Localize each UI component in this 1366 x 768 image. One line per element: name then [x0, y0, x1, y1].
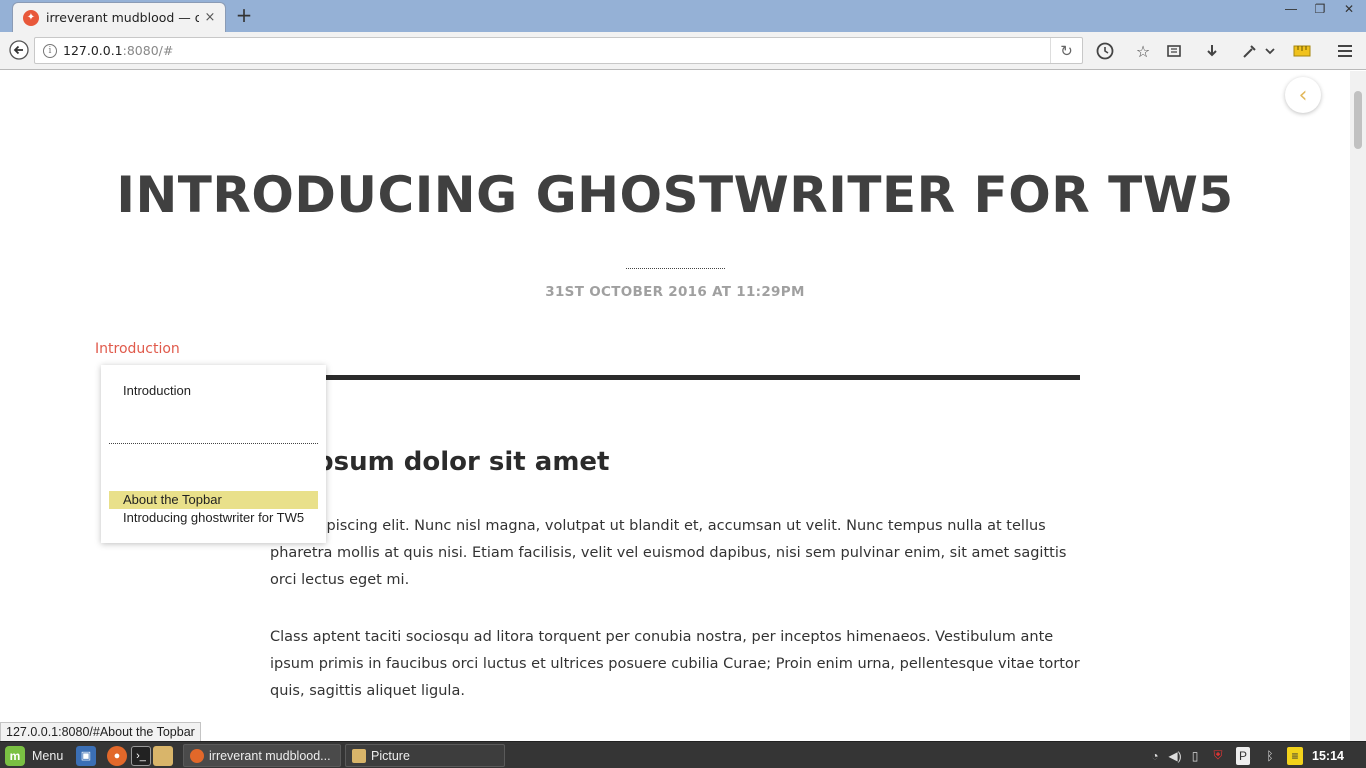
mint-logo-icon: m [5, 745, 25, 766]
toc-separator [109, 443, 318, 444]
taskbar-window-browser[interactable]: irreverant mudblood... [183, 744, 341, 767]
chevron-down-icon[interactable] [1260, 39, 1280, 63]
wifi-icon[interactable]: ◔ [1146, 745, 1164, 766]
terminal-launcher[interactable]: ›_ [131, 745, 151, 766]
minimize-icon[interactable]: ― [1280, 2, 1302, 20]
close-tab-icon[interactable]: × [203, 10, 217, 25]
toc-item-introduction[interactable]: Introduction [109, 382, 318, 400]
menu-label: Menu [32, 748, 64, 763]
browser-window-icon [190, 748, 204, 763]
window-title-picture: Picture [371, 748, 410, 763]
window-title-browser: irreverant mudblood... [209, 748, 331, 763]
battery-icon[interactable]: ▯ [1186, 745, 1204, 766]
url-path: :8080/# [122, 43, 174, 58]
show-desktop-launcher[interactable]: ▣ [76, 745, 96, 766]
start-menu-button[interactable]: m Menu [5, 745, 63, 766]
clock[interactable]: 15:14 [1312, 745, 1344, 766]
close-window-icon[interactable]: ✕ [1338, 2, 1360, 20]
tab-bar: ✦ irreverant mudblood — o... × + ― ❐ ✕ [0, 0, 1366, 32]
files-launcher[interactable] [153, 745, 173, 766]
title-divider [626, 268, 725, 269]
page-viewport: ‹ INTRODUCING GHOSTWRITER FOR TW5 31ST O… [0, 71, 1350, 741]
terminal-icon: ›_ [131, 745, 151, 766]
bluetooth-icon[interactable]: ᛒ [1261, 745, 1279, 766]
reload-icon[interactable]: ↻ [1050, 38, 1082, 63]
firefox-icon: ● [107, 745, 127, 766]
site-info-icon[interactable]: i [43, 43, 57, 58]
toc-item-introducing-ghostwriter[interactable]: Introducing ghostwriter for TW5 [109, 509, 318, 527]
browser-toolbar: i 127.0.0.1:8080/# ↻ ☆ [0, 32, 1366, 70]
url-bar[interactable]: i 127.0.0.1:8080/# ↻ [34, 37, 1083, 64]
toc-popup-menu: Introduction About the Topbar Introducin… [101, 365, 326, 543]
taskbar-window-picture[interactable]: Picture [345, 744, 505, 767]
url-host: 127.0.0.1 [63, 43, 123, 58]
back-chevron-icon[interactable]: ‹ [1285, 77, 1321, 113]
notes-icon[interactable]: ≡ [1287, 745, 1303, 766]
folder-window-icon [352, 748, 366, 763]
browser-tab[interactable]: ✦ irreverant mudblood — o... × [12, 2, 226, 32]
tab-title: irreverant mudblood — o... [46, 10, 199, 25]
ruler-extension-icon[interactable] [1289, 39, 1315, 63]
history-icon[interactable] [1092, 39, 1118, 63]
firefox-launcher[interactable]: ● [107, 745, 127, 766]
page-scrollbar[interactable] [1350, 71, 1366, 741]
folder-icon [153, 745, 173, 766]
paragraph-2: Class aptent taciti sociosqu ad litora t… [270, 629, 1080, 699]
site-favicon-icon: ✦ [23, 9, 39, 26]
os-taskbar: m Menu ▣ ● ›_ irreverant mudblood... Pic… [0, 741, 1366, 768]
toc-dropdown-link[interactable]: Introduction [95, 341, 180, 357]
paragraph-1: etur adipiscing elit. Nunc nisl magna, v… [270, 518, 1067, 588]
clipboard-icon[interactable]: P [1236, 745, 1250, 766]
hamburger-menu-icon[interactable] [1332, 39, 1358, 63]
download-icon[interactable] [1199, 39, 1225, 63]
scrollbar-thumb[interactable] [1354, 91, 1362, 149]
toc-item-about-topbar[interactable]: About the Topbar [109, 491, 318, 509]
reading-list-icon[interactable] [1161, 39, 1187, 63]
back-arrow-icon[interactable] [6, 38, 32, 62]
volume-icon[interactable]: ◀) [1166, 745, 1184, 766]
shield-icon[interactable]: ⛨ [1209, 745, 1227, 766]
status-url-bubble: 127.0.0.1:8080/#About the Topbar [0, 722, 201, 742]
section-divider [270, 375, 1080, 380]
desktop-icon: ▣ [76, 745, 96, 766]
post-title: INTRODUCING GHOSTWRITER FOR TW5 [116, 166, 1234, 224]
new-tab-button[interactable]: + [233, 5, 255, 27]
bookmark-star-icon[interactable]: ☆ [1130, 39, 1156, 63]
restore-icon[interactable]: ❐ [1309, 2, 1331, 20]
post-date: 31ST OCTOBER 2016 AT 11:29PM [545, 284, 805, 300]
